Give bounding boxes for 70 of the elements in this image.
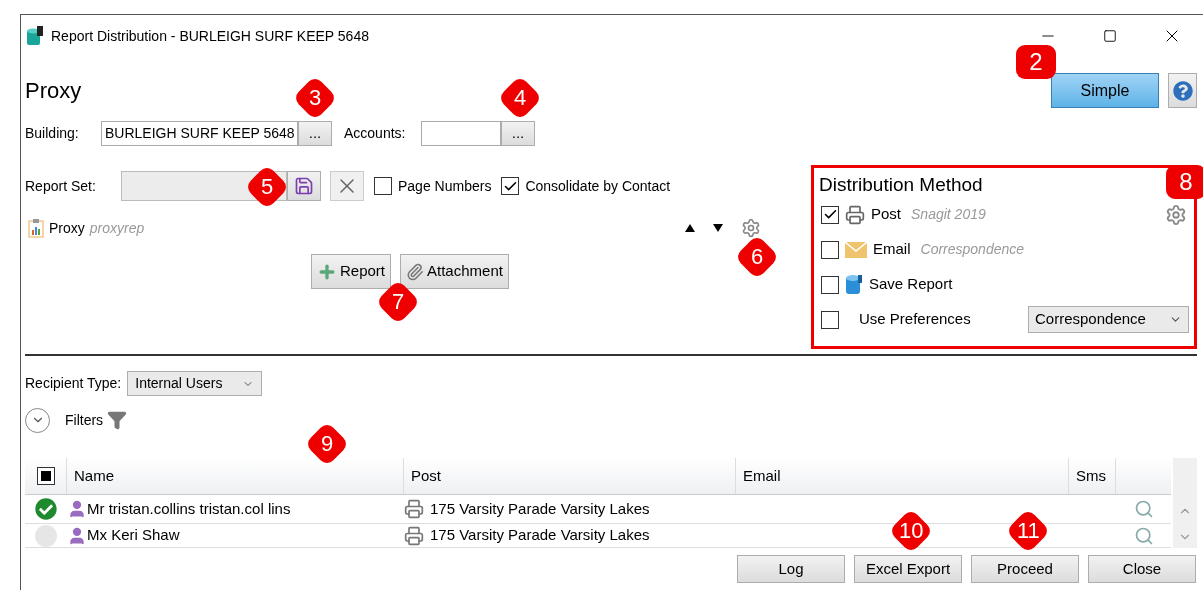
- settings-icon[interactable]: [741, 218, 761, 238]
- maximize-icon[interactable]: [1103, 29, 1117, 43]
- browse-button[interactable]: ...: [501, 121, 535, 146]
- method-label: Email: [873, 239, 911, 260]
- field-label: Recipient Type:: [25, 374, 122, 393]
- search-icon[interactable]: [1133, 499, 1154, 519]
- printer-icon: [404, 499, 424, 519]
- panel-title: Distribution Method: [819, 173, 983, 197]
- report-name: Proxy: [49, 218, 85, 238]
- done-status-icon[interactable]: [35, 498, 57, 520]
- building-field[interactable]: BURLEIGH SURF KEEP 5648: [101, 121, 298, 146]
- settings-icon[interactable]: [1165, 203, 1187, 226]
- filters-label[interactable]: Filters: [65, 409, 104, 431]
- envelope-icon: [845, 241, 867, 258]
- table-cell-text: 175 Varsity Parade Varsity Lakes: [430, 498, 650, 519]
- checkbox[interactable]: [821, 275, 839, 294]
- clear-button[interactable]: [330, 171, 364, 201]
- page-heading: Proxy: [25, 77, 82, 105]
- checkbox[interactable]: [821, 310, 839, 329]
- app-icon: [27, 26, 43, 46]
- filter-icon[interactable]: [107, 410, 128, 430]
- field-label: Report Set:: [25, 176, 97, 196]
- preferences-dropdown[interactable]: Correspondence: [1028, 306, 1189, 333]
- footer-button[interactable]: Excel Export: [854, 555, 962, 583]
- add-attachment-button[interactable]: Attachment: [400, 254, 509, 289]
- method-detail: Snagit 2019: [911, 205, 986, 224]
- database-icon: [845, 273, 863, 296]
- callout-badge: 8: [1166, 165, 1203, 199]
- browse-button[interactable]: ...: [298, 121, 332, 146]
- move-down-icon[interactable]: [713, 224, 723, 232]
- method-label: Use Preferences: [859, 309, 971, 330]
- checkbox[interactable]: [501, 177, 520, 195]
- method-label: Save Report: [869, 274, 953, 295]
- person-icon: [67, 525, 87, 546]
- select-all-checkbox[interactable]: [36, 467, 55, 485]
- checkbox-label: Consolidate by Contact: [525, 176, 671, 196]
- save-button[interactable]: [287, 171, 321, 201]
- search-icon[interactable]: [1133, 525, 1154, 546]
- checkbox[interactable]: [821, 205, 839, 224]
- footer-button[interactable]: Log: [737, 555, 845, 583]
- field-label: Building:: [25, 124, 80, 143]
- method-detail: Correspondence: [920, 240, 1025, 259]
- move-up-icon[interactable]: [685, 224, 695, 232]
- add-report-button[interactable]: Report: [311, 254, 392, 289]
- scrollbar[interactable]: [1173, 458, 1197, 548]
- field-label: Accounts:: [344, 124, 407, 143]
- report-icon: [28, 218, 44, 238]
- simple-mode-button[interactable]: Simple: [1051, 73, 1159, 108]
- footer-button[interactable]: Proceed: [971, 555, 1079, 583]
- report-code: proxyrep: [89, 218, 145, 238]
- footer-button[interactable]: Close: [1088, 555, 1196, 583]
- column-header[interactable]: Post: [404, 458, 736, 494]
- help-button[interactable]: [1168, 73, 1197, 108]
- checkbox[interactable]: [374, 177, 392, 195]
- checkbox-label: Page Numbers: [398, 176, 492, 196]
- table-cell-text: Mr tristan.collins tristan.col lins: [87, 498, 291, 519]
- window-title: Report Distribution - BURLEIGH SURF KEEP 5648: [51, 26, 369, 46]
- person-icon: [67, 499, 87, 519]
- column-header[interactable]: Email: [736, 458, 1069, 494]
- method-label: Post: [871, 204, 901, 225]
- callout-badge: 2: [1016, 45, 1056, 79]
- table-cell-text: Mx Keri Shaw: [87, 525, 180, 546]
- table-cell-text: 175 Varsity Parade Varsity Lakes: [430, 525, 650, 546]
- paperclip-icon: [406, 262, 425, 281]
- printer-icon: [404, 525, 424, 546]
- column-header[interactable]: Sms: [1069, 458, 1116, 494]
- recipient-type-dropdown[interactable]: Internal Users: [127, 371, 263, 396]
- accounts-field[interactable]: [421, 121, 501, 146]
- checkbox[interactable]: [821, 240, 839, 259]
- printer-icon: [845, 204, 865, 225]
